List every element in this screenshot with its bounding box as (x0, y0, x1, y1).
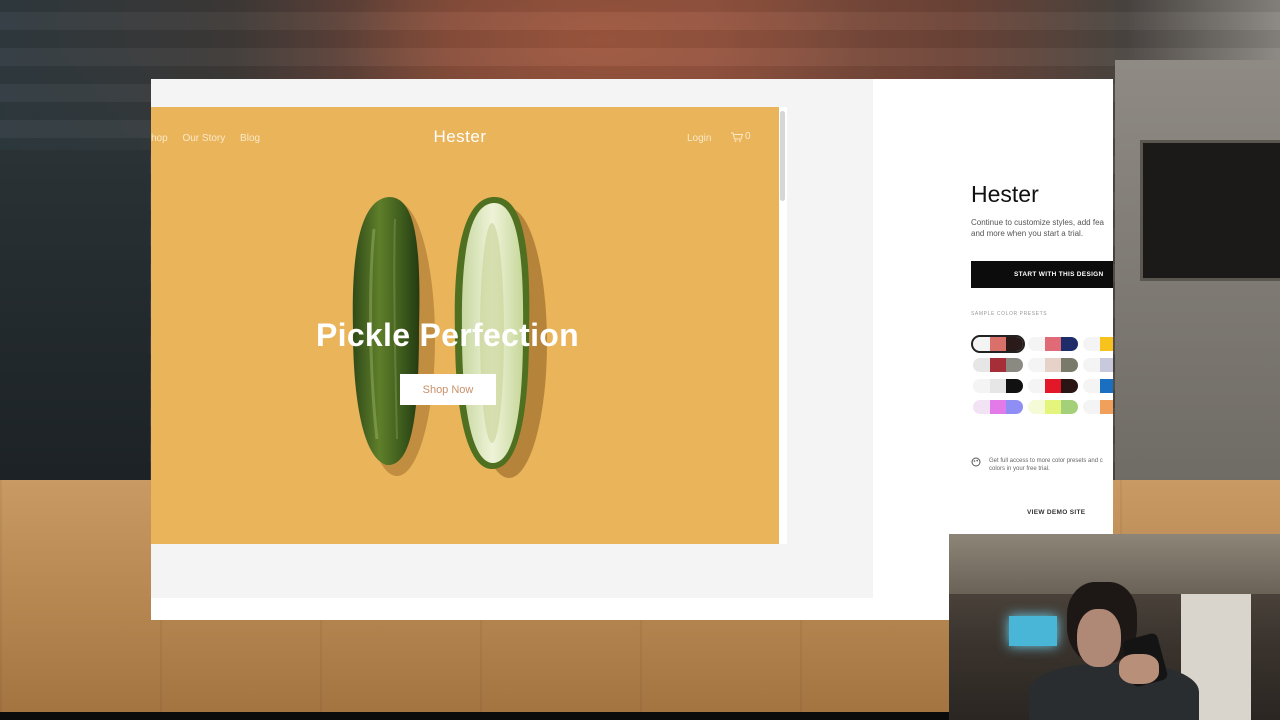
shop-now-button[interactable]: Shop Now (400, 374, 496, 405)
swatch-color (1028, 400, 1045, 414)
note-line-2: colors in your free trial. (989, 466, 1050, 472)
cart-icon (731, 132, 743, 142)
swatch-color (1083, 358, 1100, 372)
site-nav: hop Our Story Blog (151, 133, 272, 144)
cart-link[interactable]: 0 (731, 131, 751, 142)
preview-scrollbar[interactable] (779, 107, 787, 544)
swatch-color (1061, 337, 1078, 351)
swatch-color (1028, 358, 1045, 372)
swatch-color (989, 358, 1007, 372)
cart-count: 0 (745, 131, 751, 142)
swatch-color (1028, 337, 1045, 351)
swatch-color (1006, 358, 1023, 372)
hero-title: Pickle Perfection (316, 317, 579, 353)
color-preset-swatch[interactable] (1028, 400, 1078, 414)
site-preview[interactable]: hop Our Story Blog Hester Login 0 Pickle… (151, 107, 779, 544)
nav-link-our-story[interactable]: Our Story (182, 133, 225, 144)
nav-link-shop[interactable]: hop (151, 133, 168, 144)
webcam-aquarium (1009, 616, 1057, 646)
nav-link-blog[interactable]: Blog (240, 133, 260, 144)
panel-description: Continue to customize styles, add fea an… (971, 217, 1113, 239)
swatch-color (973, 400, 990, 414)
swatch-color (1083, 337, 1100, 351)
color-preset-swatch[interactable] (973, 379, 1023, 393)
swatch-color (1083, 379, 1100, 393)
swatch-color (989, 400, 1007, 414)
panel-title: Hester (971, 181, 1039, 207)
color-preset-swatch[interactable] (1083, 379, 1113, 393)
webcam-person-face (1077, 609, 1121, 667)
color-preset-swatch[interactable] (1083, 337, 1113, 351)
swatch-color (1099, 337, 1113, 351)
swatch-color (973, 358, 990, 372)
swatch-color (1006, 379, 1023, 393)
swatch-color (1006, 337, 1023, 351)
color-preset-swatch[interactable] (973, 358, 1023, 372)
color-preset-swatch[interactable] (1028, 379, 1078, 393)
swatch-color (1044, 400, 1062, 414)
login-link[interactable]: Login (687, 133, 711, 144)
color-preset-swatch[interactable] (1083, 400, 1113, 414)
color-preset-swatch[interactable] (971, 335, 1025, 353)
swatch-color (989, 337, 1007, 351)
presets-note: Get full access to more color presets an… (971, 457, 1103, 473)
swatch-color (1044, 379, 1062, 393)
paint-palette-icon (971, 457, 981, 467)
swatch-color (1044, 337, 1062, 351)
swatch-color (1099, 358, 1113, 372)
webcam-hand (1119, 654, 1159, 684)
color-presets-heading: SAMPLE COLOR PRESETS (971, 311, 1048, 317)
scrollbar-thumb[interactable] (780, 111, 785, 201)
swatch-color (1099, 379, 1113, 393)
start-with-this-design-button[interactable]: START WITH THIS DESIGN (971, 261, 1113, 288)
swatch-color (1061, 379, 1078, 393)
swatch-color (989, 379, 1007, 393)
swatch-color (973, 337, 990, 351)
panel-description-line-2: and more when you start a trial. (971, 229, 1084, 238)
background-oven-door (1140, 140, 1280, 281)
color-preset-swatch[interactable] (1028, 358, 1078, 372)
color-preset-swatch[interactable] (1083, 358, 1113, 372)
swatch-color (1083, 400, 1100, 414)
swatch-color (973, 379, 990, 393)
background-shelf (0, 150, 150, 480)
color-preset-swatch[interactable] (1028, 337, 1078, 351)
swatch-color (1099, 400, 1113, 414)
note-line-1: Get full access to more color presets an… (989, 458, 1103, 464)
site-logo[interactable]: Hester (405, 127, 515, 147)
swatch-color (1006, 400, 1023, 414)
panel-description-line-1: Continue to customize styles, add fea (971, 218, 1104, 227)
webcam-person-body (1029, 664, 1199, 720)
swatch-color (1061, 400, 1078, 414)
preview-area: hop Our Story Blog Hester Login 0 Pickle… (151, 79, 873, 598)
swatch-color (1028, 379, 1045, 393)
webcam-overlay (949, 534, 1280, 720)
view-demo-site-link[interactable]: VIEW DEMO SITE (1027, 509, 1085, 516)
swatch-color (1044, 358, 1062, 372)
swatch-color (1061, 358, 1078, 372)
color-preset-swatch[interactable] (973, 400, 1023, 414)
